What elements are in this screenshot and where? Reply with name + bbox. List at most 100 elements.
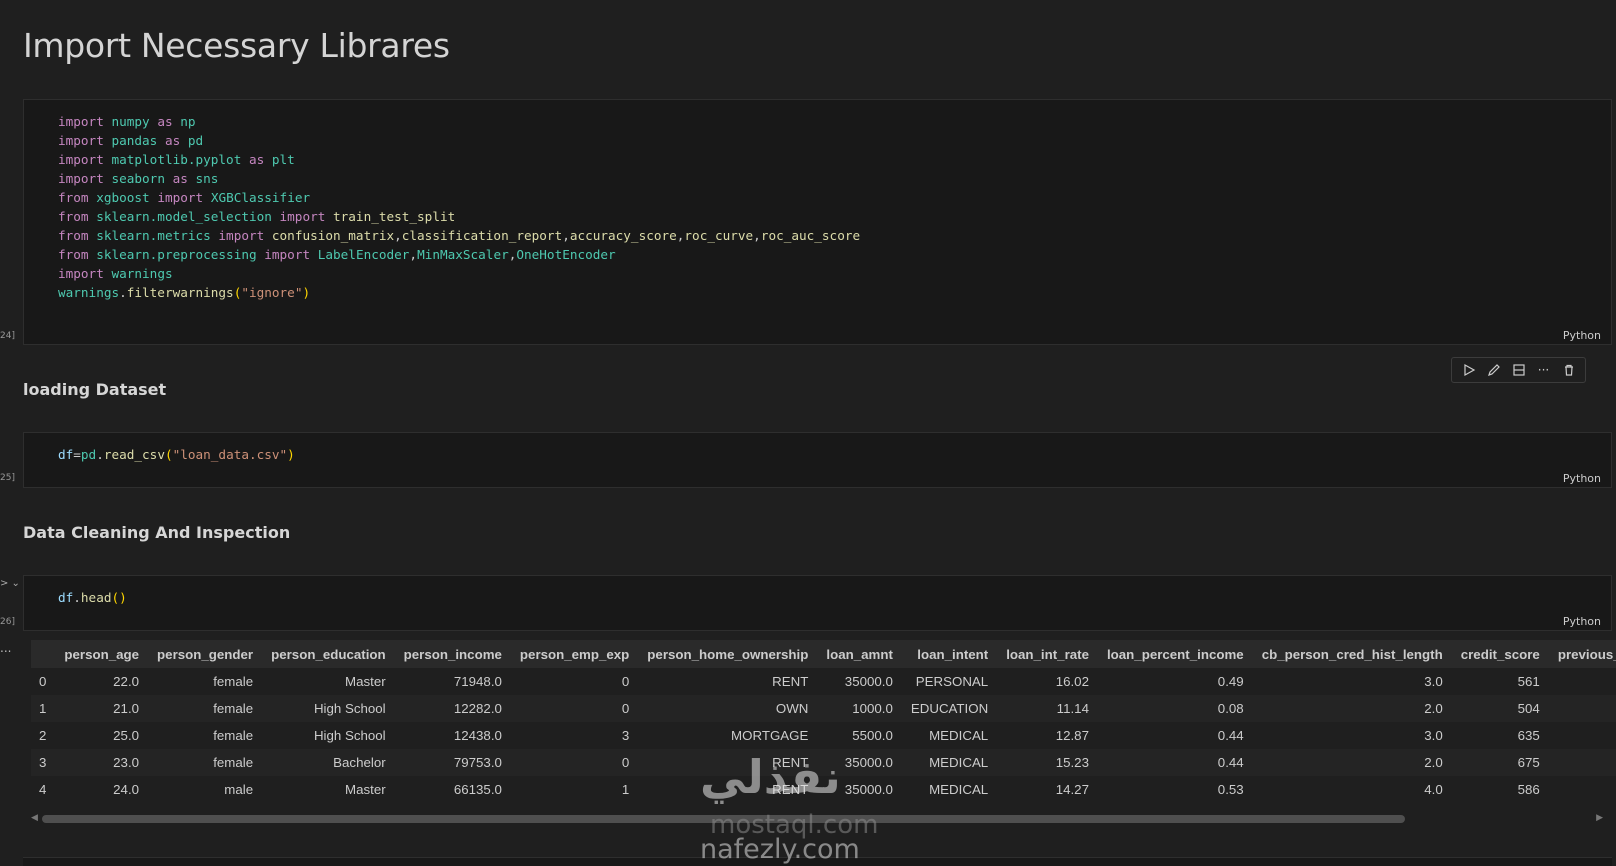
table-cell: 3.0	[1424, 674, 1443, 689]
table-row: 1 21.0 female High School 12282.0 0 OWN 1000.0 E…	[31, 695, 1616, 722]
table-cell: 675	[1517, 755, 1540, 770]
table-cell: 3	[621, 728, 630, 743]
table-cell: RENT	[772, 755, 809, 770]
table-cell: 12.87	[1055, 728, 1089, 743]
scrollbar-thumb[interactable]	[42, 815, 1405, 823]
table-cell: 12282.0	[453, 701, 502, 716]
code-editor-head[interactable]: df.head()	[58, 588, 127, 607]
code-cell-load[interactable]: df=pd.read_csv("loan_data.csv") Python	[23, 432, 1612, 488]
table-cell: 561	[1517, 674, 1540, 689]
code-cell-imports[interactable]: import numpy as np import pandas as pd i…	[23, 99, 1612, 345]
table-cell: MEDICAL	[929, 755, 989, 770]
edit-icon[interactable]	[1485, 361, 1503, 379]
heading-loading-dataset: loading Dataset	[23, 380, 167, 399]
table-cell: 0.44	[1217, 755, 1244, 770]
table-cell	[1549, 749, 1616, 776]
table-cell: Bachelor	[333, 755, 386, 770]
table-cell: 4.0	[1424, 782, 1443, 797]
scroll-right-icon[interactable]: ▶	[1596, 813, 1603, 823]
code-editor-load[interactable]: df=pd.read_csv("loan_data.csv")	[58, 445, 295, 464]
table-cell: 11.14	[1056, 701, 1089, 716]
cell-language-label[interactable]: Python	[1563, 329, 1601, 342]
table-cell: 504	[1517, 701, 1540, 716]
execution-count: 25]	[0, 473, 15, 483]
table-cell: MEDICAL	[929, 782, 989, 797]
table-cell: PERSONAL	[915, 674, 989, 689]
column-header: person_emp_exp	[519, 646, 630, 662]
column-header: person_age	[64, 646, 140, 662]
table-row: 3 23.0 female Bachelor 79753.0 0 RENT 35000.0 ME…	[31, 749, 1616, 776]
table-header-row: person_age person_gender person_education p…	[31, 640, 1616, 668]
table-cell: 71948.0	[453, 674, 502, 689]
table-cell: 0	[621, 701, 630, 716]
table-cell: 635	[1517, 728, 1540, 743]
dataframe-output: person_age person_gender person_education p…	[31, 640, 1616, 830]
table-cell: 22.0	[113, 674, 140, 689]
table-cell: 0.44	[1217, 728, 1244, 743]
column-header: credit_score	[1460, 646, 1540, 662]
cell-language-label[interactable]: Python	[1563, 472, 1601, 485]
execution-count: 24]	[0, 331, 15, 341]
output-menu-icon[interactable]: ...	[0, 641, 11, 655]
table-cell: 15.23	[1055, 755, 1089, 770]
table-cell: 14.27	[1055, 782, 1089, 797]
table-cell: 16.02	[1055, 674, 1089, 689]
heading-import-libraries: Import Necessary Librares	[23, 26, 450, 65]
table-cell: 1	[621, 782, 630, 797]
index-header	[31, 640, 55, 668]
table-cell: female	[213, 728, 254, 743]
horizontal-scrollbar[interactable]: ◀ ▶	[31, 811, 1603, 825]
table-cell: 66135.0	[453, 782, 502, 797]
scroll-left-icon[interactable]: ◀	[31, 813, 38, 823]
table-cell	[1549, 668, 1616, 695]
table-cell	[1549, 695, 1616, 722]
column-header: person_education	[271, 646, 386, 662]
table-cell: 0.49	[1217, 674, 1244, 689]
collapse-cell-icon[interactable]: > ⌄	[0, 578, 20, 589]
row-index: 2	[39, 728, 47, 743]
table-cell: 3.0	[1424, 728, 1443, 743]
split-cell-icon[interactable]	[1510, 361, 1528, 379]
column-header: person_gender	[157, 646, 254, 662]
column-header: cb_person_cred_hist_length	[1261, 646, 1443, 662]
table-cell: 5500.0	[852, 728, 893, 743]
column-header: loan_int_rate	[1006, 646, 1089, 662]
table-row: 0 22.0 female Master 71948.0 0 RENT 35000.0 PERS…	[31, 668, 1616, 695]
run-cell-icon[interactable]	[1460, 361, 1478, 379]
table-cell: male	[224, 782, 254, 797]
table-cell	[1549, 776, 1616, 803]
more-icon[interactable]: ···	[1535, 361, 1553, 379]
table-cell: 0.53	[1217, 782, 1244, 797]
table-row: 2 25.0 female High School 12438.0 3 MORTGAGE 55…	[31, 722, 1616, 749]
column-header: person_income	[403, 646, 502, 662]
cell-toolbar: ···	[1451, 357, 1586, 383]
column-header: person_home_ownership	[647, 646, 809, 662]
column-header: previous_lo	[1557, 646, 1616, 662]
code-cell-head[interactable]: df.head() Python	[23, 575, 1612, 631]
table-cell: 1000.0	[852, 701, 893, 716]
column-header: loan_percent_income	[1106, 646, 1244, 662]
table-cell: High School	[313, 701, 386, 716]
table-cell: 23.0	[113, 755, 140, 770]
row-index: 3	[39, 755, 47, 770]
row-index: 4	[39, 782, 47, 797]
table-cell: female	[213, 755, 254, 770]
table-cell: female	[213, 701, 254, 716]
table-cell: 35000.0	[844, 782, 893, 797]
table-cell: Master	[345, 674, 386, 689]
row-index: 1	[39, 701, 47, 716]
table-cell: OWN	[775, 701, 809, 716]
table-cell: 586	[1517, 782, 1540, 797]
cell-language-label[interactable]: Python	[1563, 615, 1601, 628]
delete-icon[interactable]	[1560, 361, 1578, 379]
table-cell: 2.0	[1424, 755, 1443, 770]
table-row: 4 24.0 male Master 66135.0 1 RENT 35000.0 MEDICA…	[31, 776, 1616, 803]
column-header: loan_intent	[917, 646, 989, 662]
table-cell: RENT	[772, 782, 809, 797]
table-cell: 12438.0	[453, 728, 502, 743]
code-editor-imports[interactable]: import numpy as np import pandas as pd i…	[58, 112, 860, 302]
row-index: 0	[39, 674, 47, 689]
heading-data-cleaning: Data Cleaning And Inspection	[23, 523, 291, 542]
table-cell: MORTGAGE	[731, 728, 809, 743]
table-cell: 0	[621, 755, 630, 770]
